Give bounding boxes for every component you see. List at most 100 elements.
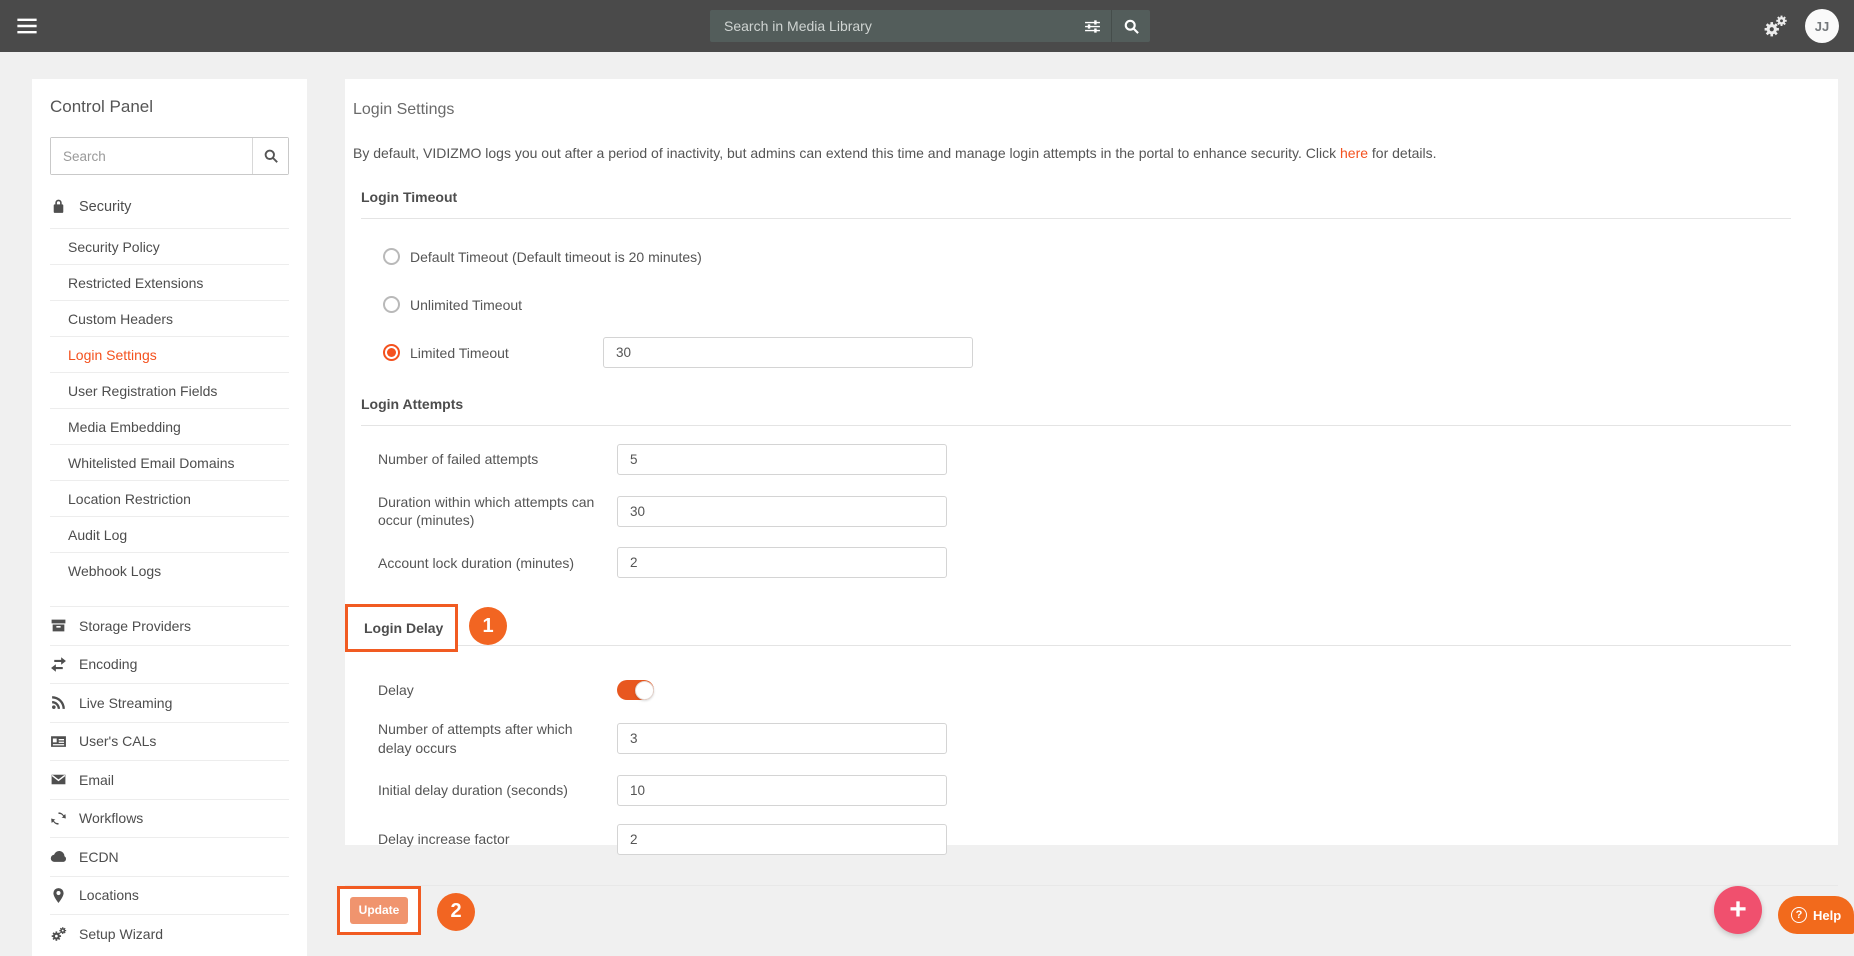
sidebar-item-restricted-extensions[interactable]: Restricted Extensions bbox=[50, 264, 289, 300]
id-card-icon bbox=[50, 733, 67, 750]
attempts-duration-field: Duration within which attempts can occur… bbox=[378, 493, 1791, 529]
sidebar-item-email[interactable]: Email bbox=[50, 760, 289, 799]
sidebar-item-location-restriction[interactable]: Location Restriction bbox=[50, 480, 289, 516]
add-button[interactable]: + bbox=[1714, 886, 1762, 934]
sidebar-item-label: ECDN bbox=[79, 849, 119, 865]
login-timeout-heading: Login Timeout bbox=[361, 189, 1791, 219]
sidebar-item-encoding[interactable]: Encoding bbox=[50, 645, 289, 684]
step-badge-1: 1 bbox=[469, 607, 507, 645]
limited-timeout-option: Limited Timeout bbox=[383, 337, 1791, 368]
sidebar-search-icon[interactable] bbox=[252, 138, 288, 174]
sidebar-search-input[interactable] bbox=[51, 138, 252, 174]
unlimited-timeout-radio[interactable] bbox=[383, 296, 400, 313]
intro-after: for details. bbox=[1368, 145, 1436, 161]
radio-label: Limited Timeout bbox=[410, 345, 603, 361]
delay-toggle[interactable] bbox=[617, 680, 654, 700]
limited-timeout-input[interactable] bbox=[603, 337, 973, 368]
annotation-box-2: Update bbox=[337, 886, 421, 935]
field-label: Account lock duration (minutes) bbox=[378, 554, 617, 572]
unlimited-timeout-option: Unlimited Timeout bbox=[383, 289, 1791, 320]
account-lock-duration-field: Account lock duration (minutes) bbox=[378, 547, 1791, 578]
storage-icon bbox=[50, 617, 67, 634]
cloud-icon bbox=[50, 848, 67, 865]
delay-toggle-row: Delay bbox=[378, 678, 1791, 702]
field-label: Duration within which attempts can occur… bbox=[378, 493, 617, 529]
sidebar-item-workflows[interactable]: Workflows bbox=[50, 799, 289, 838]
swap-arrows-icon bbox=[50, 656, 67, 673]
envelope-icon bbox=[50, 771, 67, 788]
help-button[interactable]: ? Help bbox=[1778, 896, 1854, 934]
section-divider bbox=[361, 645, 1791, 646]
sidebar-item-webhook-logs[interactable]: Webhook Logs bbox=[50, 552, 289, 588]
login-delay-section: Login Delay 1 bbox=[353, 604, 1791, 652]
sidebar-search bbox=[50, 137, 289, 175]
sidebar-item-setup-wizard[interactable]: Setup Wizard bbox=[50, 914, 289, 953]
delay-increase-factor-field: Delay increase factor bbox=[378, 824, 1791, 855]
media-search-bar bbox=[710, 10, 1150, 42]
field-label: Delay bbox=[378, 681, 617, 699]
delay-attempts-input[interactable] bbox=[617, 723, 947, 754]
sidebar-item-label: Locations bbox=[79, 887, 139, 903]
recycle-icon bbox=[50, 810, 67, 827]
step-badge-2: 2 bbox=[437, 893, 475, 931]
sidebar-item-user-registration-fields[interactable]: User Registration Fields bbox=[50, 372, 289, 408]
sidebar-item-ecdn[interactable]: ECDN bbox=[50, 837, 289, 876]
field-label: Number of attempts after which delay occ… bbox=[378, 720, 617, 756]
sidebar-item-security[interactable]: Security bbox=[50, 185, 289, 228]
update-button[interactable]: Update bbox=[350, 897, 408, 924]
question-icon: ? bbox=[1791, 907, 1807, 923]
initial-delay-duration-input[interactable] bbox=[617, 775, 947, 806]
sidebar-item-label: Storage Providers bbox=[79, 618, 191, 634]
login-delay-heading: Login Delay bbox=[364, 620, 443, 636]
field-label: Number of failed attempts bbox=[378, 450, 617, 468]
topbar: JJ bbox=[0, 0, 1854, 52]
tune-icon[interactable] bbox=[1073, 10, 1111, 42]
toggle-knob bbox=[635, 681, 654, 700]
intro-before: By default, VIDIZMO logs you out after a… bbox=[353, 145, 1340, 161]
delay-attempts-field: Number of attempts after which delay occ… bbox=[378, 720, 1791, 756]
failed-attempts-field: Number of failed attempts bbox=[378, 444, 1791, 475]
sidebar-item-locations[interactable]: Locations bbox=[50, 876, 289, 915]
failed-attempts-input[interactable] bbox=[617, 444, 947, 475]
help-label: Help bbox=[1813, 908, 1841, 923]
timeout-options: Default Timeout (Default timeout is 20 m… bbox=[383, 241, 1791, 368]
sidebar-item-storage-providers[interactable]: Storage Providers bbox=[50, 606, 289, 645]
here-link[interactable]: here bbox=[1340, 145, 1368, 161]
annotation-box-1: Login Delay bbox=[345, 604, 458, 652]
sidebar-item-media-embedding[interactable]: Media Embedding bbox=[50, 408, 289, 444]
radio-label: Default Timeout (Default timeout is 20 m… bbox=[410, 249, 702, 265]
initial-delay-duration-field: Initial delay duration (seconds) bbox=[378, 775, 1791, 806]
search-icon[interactable] bbox=[1112, 10, 1150, 42]
sidebar-item-users-cals[interactable]: User's CALs bbox=[50, 722, 289, 761]
sidebar-item-audit-log[interactable]: Audit Log bbox=[50, 516, 289, 552]
sidebar-item-login-settings[interactable]: Login Settings bbox=[50, 336, 289, 372]
sidebar-item-label: Workflows bbox=[79, 810, 143, 826]
sidebar-item-label: Security bbox=[79, 199, 131, 215]
sidebar-item-label: Live Streaming bbox=[79, 695, 172, 711]
avatar[interactable]: JJ bbox=[1805, 9, 1839, 43]
intro-text: By default, VIDIZMO logs you out after a… bbox=[353, 145, 1791, 161]
default-timeout-radio[interactable] bbox=[383, 248, 400, 265]
field-label: Initial delay duration (seconds) bbox=[378, 781, 617, 799]
security-subitems: Security Policy Restricted Extensions Cu… bbox=[50, 228, 289, 588]
location-pin-icon bbox=[50, 887, 67, 904]
attempts-duration-input[interactable] bbox=[617, 496, 947, 527]
radio-label: Unlimited Timeout bbox=[410, 297, 522, 313]
sidebar-item-label: User's CALs bbox=[79, 733, 156, 749]
default-timeout-option: Default Timeout (Default timeout is 20 m… bbox=[383, 241, 1791, 272]
update-row: Update 2 bbox=[353, 886, 1791, 956]
sidebar-item-security-policy[interactable]: Security Policy bbox=[50, 228, 289, 264]
sidebar-item-label: Setup Wizard bbox=[79, 926, 163, 942]
delay-increase-factor-input[interactable] bbox=[617, 824, 947, 855]
sidebar-item-live-streaming[interactable]: Live Streaming bbox=[50, 683, 289, 722]
media-search-input[interactable] bbox=[710, 18, 1073, 34]
account-lock-duration-input[interactable] bbox=[617, 547, 947, 578]
login-settings-panel: Login Settings By default, VIDIZMO logs … bbox=[345, 79, 1838, 845]
sidebar-item-whitelisted-email-domains[interactable]: Whitelisted Email Domains bbox=[50, 444, 289, 480]
sidebar-item-custom-headers[interactable]: Custom Headers bbox=[50, 300, 289, 336]
hamburger-menu-icon[interactable] bbox=[16, 15, 38, 37]
cogs-icon[interactable] bbox=[1762, 13, 1788, 39]
limited-timeout-radio[interactable] bbox=[383, 344, 400, 361]
cogs-icon bbox=[50, 925, 67, 942]
lock-icon bbox=[50, 198, 67, 215]
